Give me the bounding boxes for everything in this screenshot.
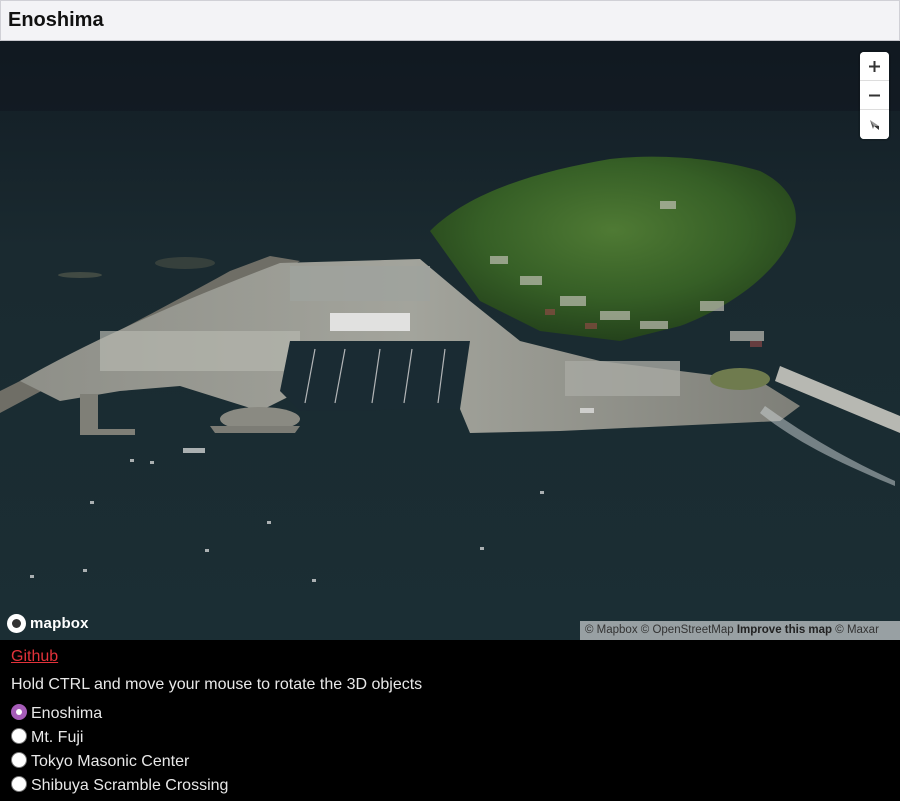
map-canvas[interactable]: mapbox © Mapbox © OpenStreetMap Improve … — [0, 41, 900, 640]
attribution: © Mapbox © OpenStreetMap Improve this ma… — [580, 621, 900, 640]
option-label: Shibuya Scramble Crossing — [31, 777, 229, 794]
plus-icon — [869, 61, 880, 72]
location-options: Enoshima Mt. Fuji Tokyo Masonic Center S… — [11, 702, 228, 798]
improve-map-link[interactable]: Improve this map — [737, 624, 832, 636]
github-link[interactable]: Github — [11, 648, 58, 666]
attribution-maxar-link[interactable]: © Maxar — [835, 624, 879, 636]
radio-mt-fuji[interactable] — [11, 728, 27, 744]
option-enoshima[interactable]: Enoshima — [11, 702, 228, 726]
map-controls — [860, 52, 889, 139]
page-title: Enoshima — [8, 9, 104, 31]
radio-tokyo-masonic-center[interactable] — [11, 752, 27, 768]
option-shibuya-scramble-crossing[interactable]: Shibuya Scramble Crossing — [11, 774, 228, 798]
reset-bearing-button[interactable] — [860, 110, 889, 139]
zoom-out-button[interactable] — [860, 81, 889, 110]
option-label: Tokyo Masonic Center — [31, 753, 190, 770]
radio-enoshima[interactable] — [11, 704, 27, 720]
satellite-terrain — [0, 41, 900, 640]
mapbox-logo-text: mapbox — [30, 614, 89, 632]
option-mt-fuji[interactable]: Mt. Fuji — [11, 726, 228, 750]
option-label: Mt. Fuji — [31, 729, 84, 746]
minus-icon — [869, 94, 880, 97]
mapbox-logo[interactable]: mapbox — [7, 612, 89, 634]
mapbox-logo-icon — [7, 613, 26, 633]
attribution-mapbox-link[interactable]: © Mapbox — [585, 624, 638, 636]
option-tokyo-masonic-center[interactable]: Tokyo Masonic Center — [11, 750, 228, 774]
title-bar: Enoshima — [0, 0, 900, 41]
compass-icon — [870, 120, 879, 130]
zoom-in-button[interactable] — [860, 52, 889, 81]
radio-shibuya-scramble-crossing[interactable] — [11, 776, 27, 792]
rotate-hint: Hold CTRL and move your mouse to rotate … — [11, 676, 423, 693]
attribution-osm-link[interactable]: © OpenStreetMap — [641, 624, 734, 636]
option-label: Enoshima — [31, 705, 103, 722]
control-panel: Github Hold CTRL and move your mouse to … — [0, 640, 900, 801]
